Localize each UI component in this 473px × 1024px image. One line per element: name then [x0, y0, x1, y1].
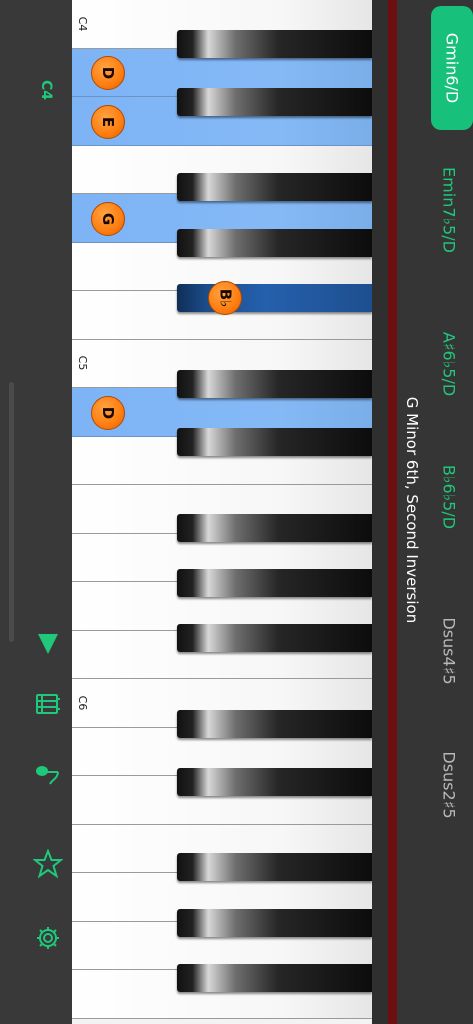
note-badge: D [91, 396, 125, 430]
chord-option[interactable]: B♭6♭5/D [425, 465, 473, 529]
black-key-cs5[interactable] [177, 370, 372, 398]
keyboard-scrollbar[interactable] [9, 382, 14, 642]
black-key-as4[interactable] [177, 284, 372, 312]
black-key-cs6[interactable] [177, 710, 372, 738]
note-badge: E [91, 105, 125, 139]
gear-icon[interactable] [30, 920, 66, 956]
black-key-ds4[interactable] [177, 88, 372, 116]
key-label-c6: C6 [75, 695, 89, 711]
black-key-as6[interactable] [177, 964, 372, 992]
chord-title: G Minor 6th, Second Inversion [403, 396, 421, 624]
black-key-as5[interactable] [177, 624, 372, 652]
chord-option[interactable]: Dsus4♯5 [425, 617, 473, 684]
note-badge: D [91, 56, 125, 90]
black-key-cs4[interactable] [177, 30, 372, 58]
play-triangle-icon[interactable] [30, 626, 66, 662]
red-accent-strip [388, 0, 397, 1024]
key-label-c5: C5 [75, 355, 89, 371]
black-key-ds5[interactable] [177, 428, 372, 456]
star-icon[interactable] [30, 846, 66, 882]
black-key-fs6[interactable] [177, 853, 372, 881]
octave-label: C4 [38, 79, 54, 101]
black-key-gs5[interactable] [177, 569, 372, 597]
chord-options-list: Emin7♭5/D A♯6♭5/D B♭6♭5/D Dsus4♯5 Dsus2♯… [425, 0, 473, 1024]
note-badge: B♭ [208, 281, 242, 315]
chord-option[interactable]: A♯6♭5/D [425, 332, 473, 396]
black-key-fs4[interactable] [177, 173, 372, 201]
piano-keyboard[interactable]: C4 C5 C6 D E G B♭ D [72, 0, 372, 1024]
black-key-ds6[interactable] [177, 768, 372, 796]
black-key-fs5[interactable] [177, 514, 372, 542]
chord-option[interactable]: Dsus2♯5 [425, 751, 473, 818]
keyboard-icon[interactable] [30, 686, 66, 722]
music-note-icon[interactable] [30, 758, 66, 794]
key-label-c4: C4 [75, 16, 89, 32]
note-badge: G [91, 202, 125, 236]
keyboard-edge [372, 0, 388, 1024]
black-key-gs4[interactable] [177, 229, 372, 257]
chord-option[interactable]: Emin7♭5/D [425, 167, 473, 253]
toolbar-panel: C4 [0, 0, 72, 1024]
black-key-gs6[interactable] [177, 909, 372, 937]
